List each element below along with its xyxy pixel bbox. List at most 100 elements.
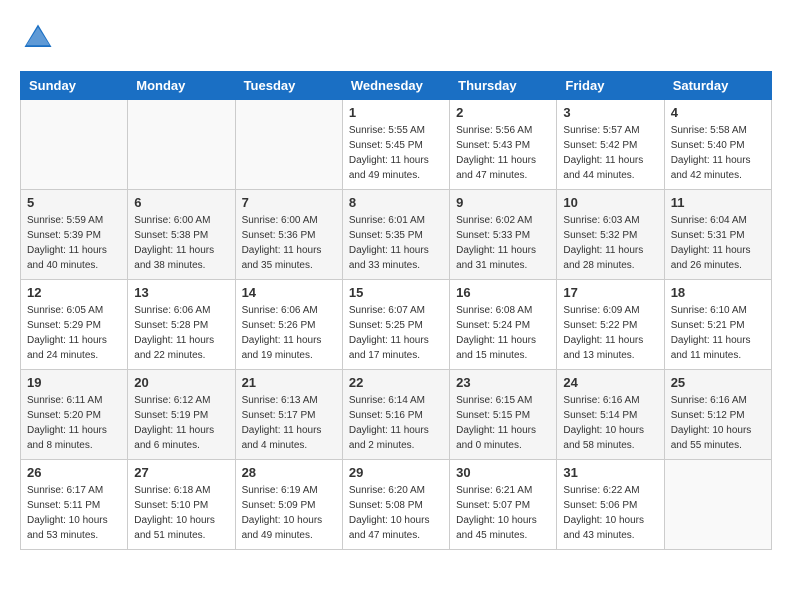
page-header [20, 20, 772, 56]
calendar-cell: 13 Sunrise: 6:06 AM Sunset: 5:28 PM Dayli… [128, 280, 235, 370]
day-info: Sunrise: 6:20 AM Sunset: 5:08 PM Dayligh… [349, 483, 443, 543]
day-info: Sunrise: 5:58 AM Sunset: 5:40 PM Dayligh… [671, 123, 765, 183]
calendar-cell: 22Sunrise: 6:14 AM Sunset: 5:16 PM Dayli… [342, 370, 449, 460]
day-info: Sunrise: 6:02 AM Sunset: 5:33 PM Dayligh… [456, 213, 550, 273]
day-number: 12 [27, 285, 121, 300]
calendar-cell: 17 Sunrise: 6:09 AM Sunset: 5:22 PM Dayli… [557, 280, 664, 370]
day-info: Sunrise: 5:57 AM Sunset: 5:42 PM Dayligh… [563, 123, 657, 183]
weekday-header-friday: Friday [557, 72, 664, 100]
day-info: Sunrise: 5:55 AM Sunset: 5:45 PM Dayligh… [349, 123, 443, 183]
day-info: Sunrise: 6:05 AM Sunset: 5:29 PM Dayligh… [27, 303, 121, 363]
calendar-cell: 27Sunrise: 6:18 AM Sunset: 5:10 PM Dayli… [128, 460, 235, 550]
week-row-4: 19 Sunrise: 6:11 AM Sunset: 5:20 PM Dayli… [21, 370, 772, 460]
calendar-cell [128, 100, 235, 190]
week-row-1: 1 Sunrise: 5:55 AM Sunset: 5:45 PM Daylig… [21, 100, 772, 190]
day-number: 14 [242, 285, 336, 300]
day-number: 17 [563, 285, 657, 300]
day-info: Sunrise: 6:13 AM Sunset: 5:17 PM Dayligh… [242, 393, 336, 453]
logo-icon [20, 20, 56, 56]
calendar-cell [235, 100, 342, 190]
calendar-cell: 9 Sunrise: 6:02 AM Sunset: 5:33 PM Daylig… [450, 190, 557, 280]
week-row-5: 26 Sunrise: 6:17 AM Sunset: 5:11 PM Dayli… [21, 460, 772, 550]
day-number: 20 [134, 375, 228, 390]
day-number: 25 [671, 375, 765, 390]
day-info: Sunrise: 6:11 AM Sunset: 5:20 PM Dayligh… [27, 393, 121, 453]
weekday-header-tuesday: Tuesday [235, 72, 342, 100]
day-info: Sunrise: 6:06 AM Sunset: 5:28 PM Dayligh… [134, 303, 228, 363]
calendar-cell: 2 Sunrise: 5:56 AM Sunset: 5:43 PM Daylig… [450, 100, 557, 190]
calendar-cell: 30 Sunrise: 6:21 AM Sunset: 5:07 PM Dayli… [450, 460, 557, 550]
day-info: Sunrise: 6:03 AM Sunset: 5:32 PM Dayligh… [563, 213, 657, 273]
day-number: 22 [349, 375, 443, 390]
day-number: 31 [563, 465, 657, 480]
day-info: Sunrise: 6:17 AM Sunset: 5:11 PM Dayligh… [27, 483, 121, 543]
day-info: Sunrise: 6:15 AM Sunset: 5:15 PM Dayligh… [456, 393, 550, 453]
calendar-cell: 29 Sunrise: 6:20 AM Sunset: 5:08 PM Dayli… [342, 460, 449, 550]
day-number: 13 [134, 285, 228, 300]
day-number: 5 [27, 195, 121, 210]
logo [20, 20, 60, 56]
calendar-cell: 5 Sunrise: 5:59 AM Sunset: 5:39 PM Daylig… [21, 190, 128, 280]
calendar-cell: 12 Sunrise: 6:05 AM Sunset: 5:29 PM Dayli… [21, 280, 128, 370]
calendar-cell: 16 Sunrise: 6:08 AM Sunset: 5:24 PM Dayli… [450, 280, 557, 370]
day-info: Sunrise: 5:56 AM Sunset: 5:43 PM Dayligh… [456, 123, 550, 183]
day-info: Sunrise: 6:22 AM Sunset: 5:06 PM Dayligh… [563, 483, 657, 543]
day-number: 29 [349, 465, 443, 480]
day-number: 30 [456, 465, 550, 480]
day-info: Sunrise: 6:16 AM Sunset: 5:14 PM Dayligh… [563, 393, 657, 453]
day-info: Sunrise: 6:06 AM Sunset: 5:26 PM Dayligh… [242, 303, 336, 363]
day-info: Sunrise: 6:01 AM Sunset: 5:35 PM Dayligh… [349, 213, 443, 273]
day-number: 3 [563, 105, 657, 120]
day-info: Sunrise: 6:00 AM Sunset: 5:38 PM Dayligh… [134, 213, 228, 273]
calendar-cell: 31 Sunrise: 6:22 AM Sunset: 5:06 PM Dayli… [557, 460, 664, 550]
calendar-cell: 26 Sunrise: 6:17 AM Sunset: 5:11 PM Dayli… [21, 460, 128, 550]
day-number: 27 [134, 465, 228, 480]
weekday-header-sunday: Sunday [21, 72, 128, 100]
calendar-cell: 24 Sunrise: 6:16 AM Sunset: 5:14 PM Dayli… [557, 370, 664, 460]
day-number: 28 [242, 465, 336, 480]
day-number: 18 [671, 285, 765, 300]
day-number: 21 [242, 375, 336, 390]
day-info: Sunrise: 6:08 AM Sunset: 5:24 PM Dayligh… [456, 303, 550, 363]
calendar-cell: 23 Sunrise: 6:15 AM Sunset: 5:15 PM Dayli… [450, 370, 557, 460]
calendar-cell [664, 460, 771, 550]
day-number: 1 [349, 105, 443, 120]
weekday-header-saturday: Saturday [664, 72, 771, 100]
day-info: Sunrise: 6:12 AM Sunset: 5:19 PM Dayligh… [134, 393, 228, 453]
day-number: 23 [456, 375, 550, 390]
day-number: 26 [27, 465, 121, 480]
day-info: Sunrise: 6:09 AM Sunset: 5:22 PM Dayligh… [563, 303, 657, 363]
weekday-header-wednesday: Wednesday [342, 72, 449, 100]
weekday-header-monday: Monday [128, 72, 235, 100]
calendar-cell: 28Sunrise: 6:19 AM Sunset: 5:09 PM Dayli… [235, 460, 342, 550]
day-info: Sunrise: 5:59 AM Sunset: 5:39 PM Dayligh… [27, 213, 121, 273]
day-number: 4 [671, 105, 765, 120]
day-info: Sunrise: 6:16 AM Sunset: 5:12 PM Dayligh… [671, 393, 765, 453]
day-number: 16 [456, 285, 550, 300]
calendar-cell: 19 Sunrise: 6:11 AM Sunset: 5:20 PM Dayli… [21, 370, 128, 460]
calendar-cell: 11Sunrise: 6:04 AM Sunset: 5:31 PM Dayli… [664, 190, 771, 280]
day-number: 19 [27, 375, 121, 390]
calendar-cell: 20 Sunrise: 6:12 AM Sunset: 5:19 PM Dayli… [128, 370, 235, 460]
calendar-cell: 14 Sunrise: 6:06 AM Sunset: 5:26 PM Dayli… [235, 280, 342, 370]
week-row-2: 5 Sunrise: 5:59 AM Sunset: 5:39 PM Daylig… [21, 190, 772, 280]
day-number: 6 [134, 195, 228, 210]
day-number: 9 [456, 195, 550, 210]
day-number: 2 [456, 105, 550, 120]
day-info: Sunrise: 6:10 AM Sunset: 5:21 PM Dayligh… [671, 303, 765, 363]
day-number: 10 [563, 195, 657, 210]
calendar-table: SundayMondayTuesdayWednesdayThursdayFrid… [20, 71, 772, 550]
day-number: 11 [671, 195, 765, 210]
calendar-cell: 21 Sunrise: 6:13 AM Sunset: 5:17 PM Dayli… [235, 370, 342, 460]
calendar-cell: 4 Sunrise: 5:58 AM Sunset: 5:40 PM Daylig… [664, 100, 771, 190]
calendar-cell: 7Sunrise: 6:00 AM Sunset: 5:36 PM Daylig… [235, 190, 342, 280]
calendar-cell: 25 Sunrise: 6:16 AM Sunset: 5:12 PM Dayli… [664, 370, 771, 460]
calendar-cell: 3 Sunrise: 5:57 AM Sunset: 5:42 PM Daylig… [557, 100, 664, 190]
calendar-cell: 15Sunrise: 6:07 AM Sunset: 5:25 PM Dayli… [342, 280, 449, 370]
day-number: 24 [563, 375, 657, 390]
calendar-cell: 18 Sunrise: 6:10 AM Sunset: 5:21 PM Dayli… [664, 280, 771, 370]
calendar-header-row: SundayMondayTuesdayWednesdayThursdayFrid… [21, 72, 772, 100]
calendar-cell: 10 Sunrise: 6:03 AM Sunset: 5:32 PM Dayli… [557, 190, 664, 280]
day-info: Sunrise: 6:21 AM Sunset: 5:07 PM Dayligh… [456, 483, 550, 543]
day-info: Sunrise: 6:00 AM Sunset: 5:36 PM Dayligh… [242, 213, 336, 273]
